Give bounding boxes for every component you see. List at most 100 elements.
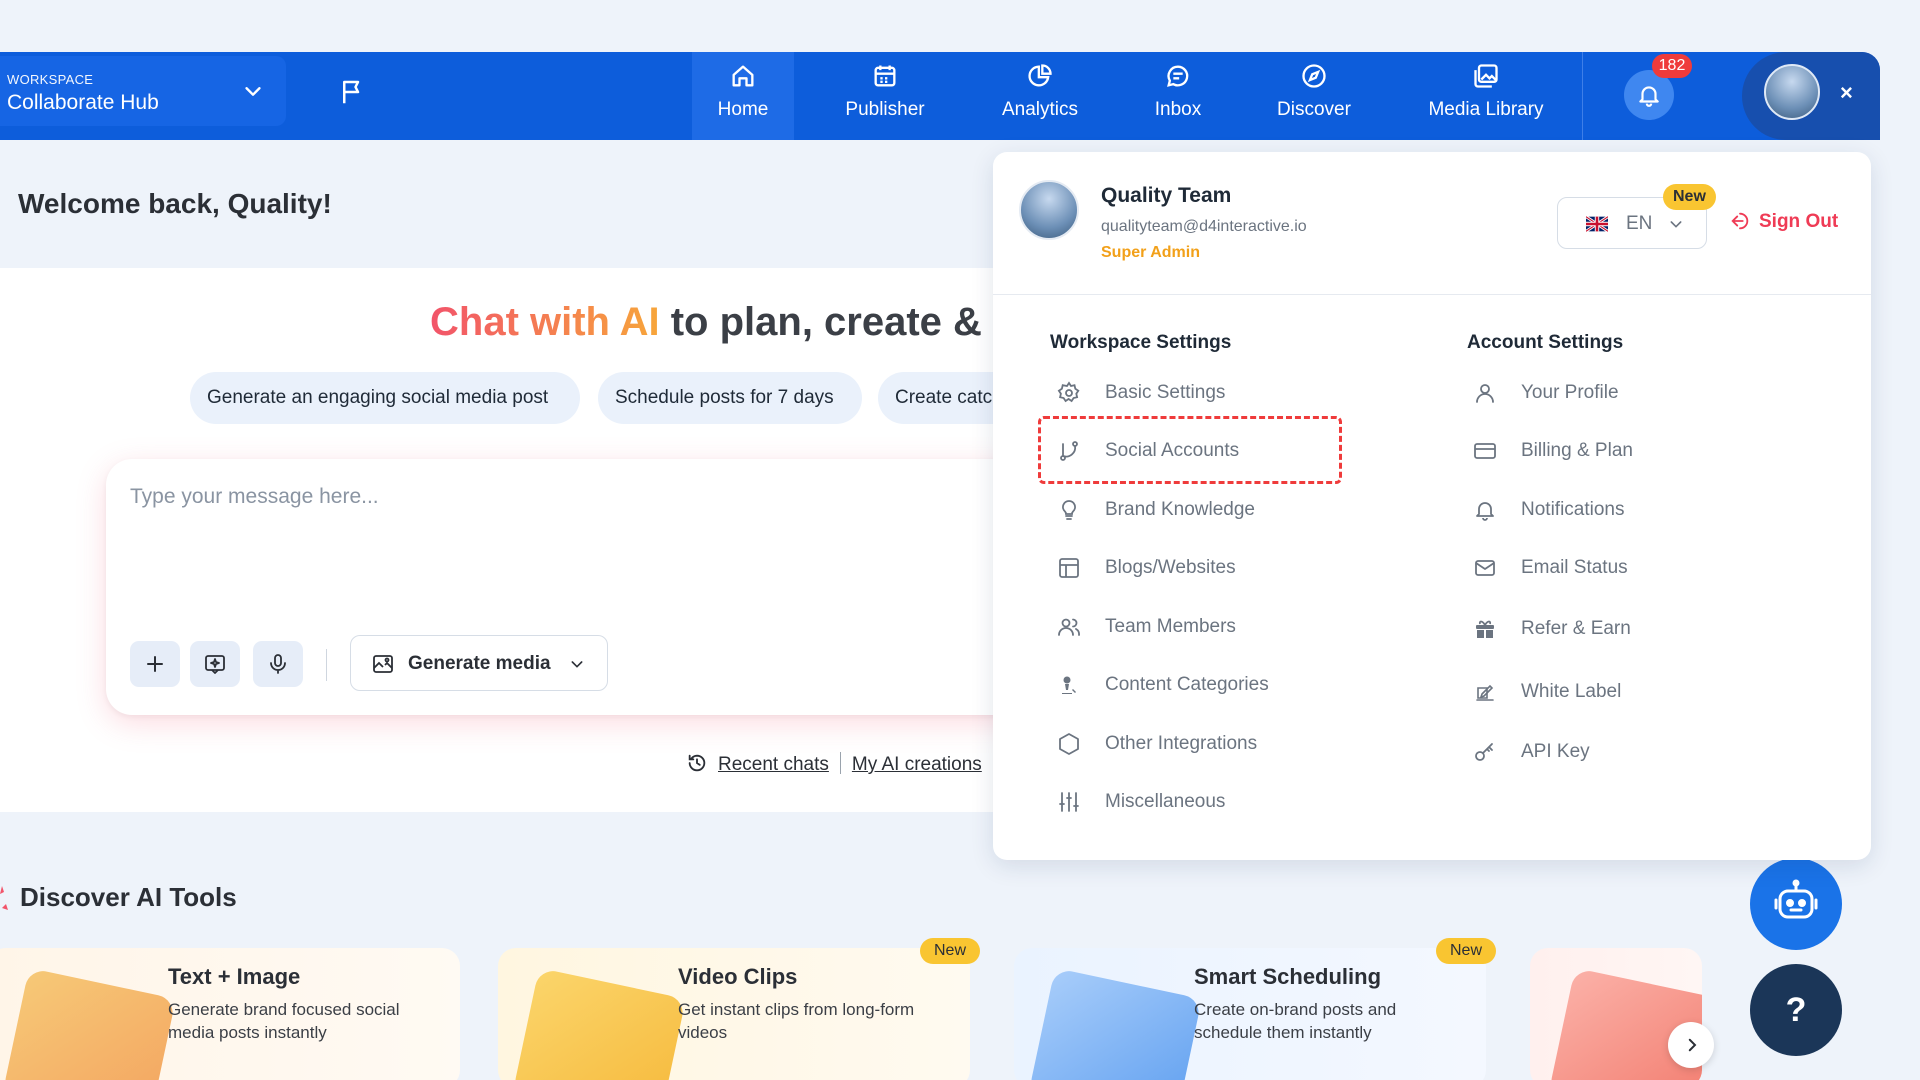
key-icon: [1475, 743, 1493, 761]
my-ai-creations-link[interactable]: My AI creations: [852, 754, 982, 775]
dropdown-divider: [993, 294, 1871, 295]
nav-home-label: Home: [717, 99, 769, 120]
image-plus-icon: [373, 655, 393, 673]
new-badge: New: [1436, 938, 1497, 964]
chevron-down-icon: [245, 87, 261, 96]
gift-icon: [1476, 620, 1494, 638]
ai-prompt-button[interactable]: [190, 641, 240, 687]
user-name: Quality Team: [1101, 184, 1232, 207]
nav-divider: [1582, 52, 1583, 140]
nav-media-library[interactable]: Media Library: [1422, 52, 1550, 140]
menu-label: Content Categories: [1105, 674, 1269, 695]
nav-analytics-label: Analytics: [1001, 99, 1079, 120]
card-description: Generate brand focused social media post…: [168, 1000, 400, 1042]
nav-publisher[interactable]: Publisher: [830, 52, 940, 140]
chevron-down-icon: [1670, 221, 1682, 228]
chevron-right-icon: [1688, 1038, 1697, 1052]
close-icon[interactable]: ×: [1840, 80, 1853, 106]
pie-chart-icon: [1028, 64, 1052, 87]
workspace-selector[interactable]: WORKSPACE Collaborate Hub: [0, 56, 286, 126]
suggestion-chip[interactable]: Schedule posts for 7 days: [598, 372, 862, 424]
microphone-icon: [270, 654, 286, 674]
menu-label: Brand Knowledge: [1105, 499, 1255, 520]
ai-chat-headline: Chat with AI to plan, create & sc: [430, 300, 1038, 345]
plus-icon: [147, 656, 163, 672]
text-image-illustration: [2, 967, 176, 1080]
headline-rest: to plan, create & sc: [659, 300, 1038, 344]
menu-label: Your Profile: [1521, 382, 1619, 403]
nav-discover-label: Discover: [1277, 99, 1351, 120]
add-attachment-button[interactable]: [130, 641, 180, 687]
workspace-settings-heading: Workspace Settings: [1050, 332, 1232, 353]
flag-icon[interactable]: [338, 76, 368, 108]
credit-card-icon: [1474, 443, 1496, 459]
sign-out-button[interactable]: Sign Out: [1729, 210, 1838, 233]
user-role: Super Admin: [1101, 244, 1200, 261]
nav-home[interactable]: Home: [692, 52, 794, 140]
tool-card-smart-scheduling[interactable]: Smart Scheduling Create on-brand posts a…: [1014, 948, 1486, 1080]
uk-flag-icon: [1586, 216, 1608, 232]
chat-icon: [1167, 65, 1189, 87]
help-button[interactable]: ?: [1750, 964, 1842, 1056]
card-title: Smart Scheduling: [1194, 964, 1382, 989]
chat-input[interactable]: Type your message here...: [130, 485, 379, 509]
lightbulb-icon: [1062, 500, 1076, 520]
toolbar-divider: [326, 649, 327, 681]
suggestion-chip[interactable]: Create catc: [878, 372, 1008, 424]
user-email: qualityteam@d4interactive.io: [1101, 218, 1307, 235]
hexagon-icon: [1059, 733, 1079, 755]
carousel-next-button[interactable]: [1668, 1022, 1714, 1068]
nav-analytics[interactable]: Analytics: [990, 52, 1090, 140]
user-icon: [1476, 384, 1494, 403]
account-settings-heading: Account Settings: [1467, 332, 1624, 353]
menu-label: Basic Settings: [1105, 382, 1226, 403]
sparkle-icon: [0, 886, 8, 910]
gear-icon: [1057, 381, 1080, 403]
card-title: Video Clips: [678, 964, 798, 989]
menu-label: Email Status: [1521, 557, 1628, 578]
profile-dropdown-menu: Quality Team qualityteam@d4interactive.i…: [993, 152, 1871, 860]
notification-count-badge: 182: [1652, 54, 1692, 78]
bell-icon: [1639, 86, 1659, 107]
tag-edit-icon: [1476, 684, 1494, 701]
menu-label: Billing & Plan: [1521, 440, 1633, 461]
video-clips-illustration: [512, 967, 686, 1080]
nav-discover[interactable]: Discover: [1272, 52, 1356, 140]
sparkle-chat-icon: [205, 655, 225, 674]
compass-icon: [1302, 64, 1326, 88]
menu-label: Social Accounts: [1105, 440, 1240, 461]
menu-label: Team Members: [1105, 616, 1236, 637]
recent-chats-link[interactable]: Recent chats: [718, 754, 829, 775]
tool-card-video-clips[interactable]: Video Clips Get instant clips from long-…: [498, 948, 970, 1080]
calendar-icon: [874, 65, 896, 87]
nav-publisher-label: Publisher: [845, 99, 925, 120]
generate-media-dropdown[interactable]: Generate media: [350, 635, 608, 691]
history-icon: [688, 754, 706, 772]
card-description: Get instant clips from long-form videos: [678, 1000, 915, 1042]
sign-out-label: Sign Out: [1759, 211, 1839, 232]
smart-scheduling-illustration: [1028, 967, 1202, 1080]
avatar: [1019, 180, 1079, 240]
bell-icon: [1476, 502, 1494, 521]
tool-card-text-image[interactable]: Text + Image Generate brand focused soci…: [0, 948, 460, 1080]
mail-icon: [1475, 560, 1495, 576]
menu-label: Blogs/Websites: [1105, 557, 1236, 578]
sliders-icon: [1059, 792, 1079, 812]
profile-menu-toggle[interactable]: ×: [1742, 52, 1880, 140]
menu-label: Other Integrations: [1105, 733, 1258, 754]
robot-icon: [1774, 879, 1818, 919]
suggestion-chip[interactable]: Generate an engaging social media post: [190, 372, 580, 424]
top-navigation-bar: WORKSPACE Collaborate Hub Home Publisher…: [0, 52, 1880, 140]
home-icon: [732, 65, 754, 87]
language-code: EN: [1626, 213, 1653, 234]
nav-inbox[interactable]: Inbox: [1148, 52, 1208, 140]
voice-input-button[interactable]: [253, 641, 303, 687]
users-icon: [1058, 618, 1080, 636]
welcome-heading: Welcome back, Quality!: [18, 188, 332, 219]
link-separator: [839, 752, 841, 774]
menu-label: Refer & Earn: [1521, 618, 1631, 639]
discover-ai-tools-heading: Discover AI Tools: [20, 882, 237, 912]
ai-assistant-button[interactable]: [1750, 858, 1842, 950]
new-badge: New: [920, 938, 981, 964]
generate-media-label: Generate media: [408, 653, 551, 674]
